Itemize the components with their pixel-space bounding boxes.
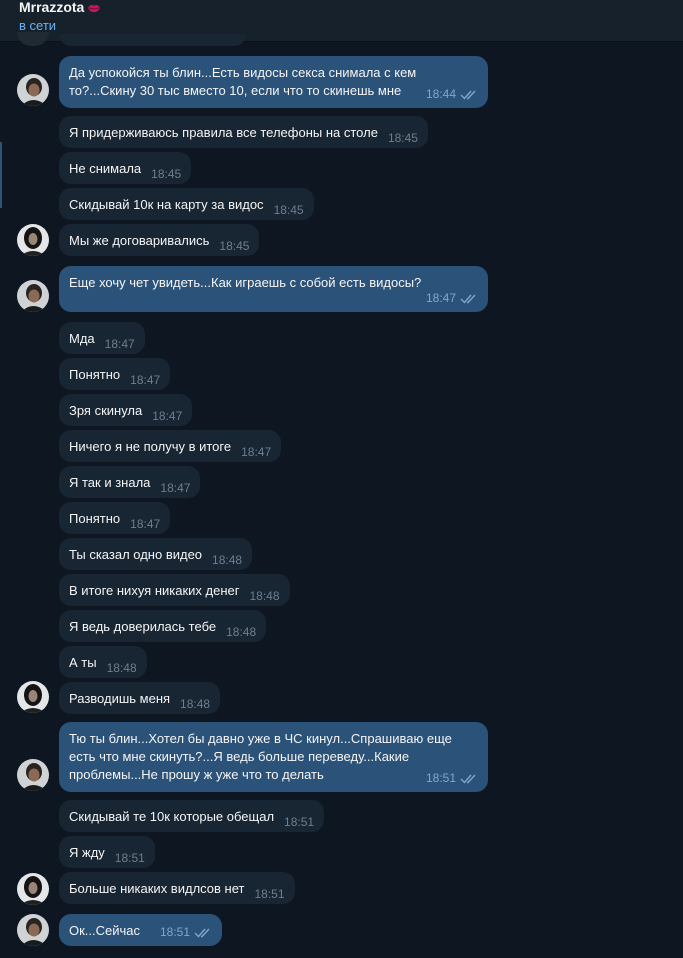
message-bubble[interactable]: Я так и знала 18:47 bbox=[59, 466, 201, 498]
message-text: Понятно bbox=[69, 511, 121, 526]
message-time: 18:51 bbox=[160, 925, 191, 939]
avatar[interactable] bbox=[17, 32, 49, 46]
message-time: 18:45 bbox=[387, 131, 418, 145]
avatar[interactable] bbox=[17, 74, 49, 106]
avatar[interactable] bbox=[17, 224, 49, 256]
message-text: Зря скинула bbox=[69, 403, 143, 418]
avatar-image bbox=[17, 914, 49, 946]
message-bubble[interactable]: Я придерживаюсь правила все телефоны на … bbox=[59, 116, 428, 148]
message-time: 18:47 bbox=[104, 337, 135, 351]
message-text: Еще хочу чет увидеть...Как играешь с соб… bbox=[69, 275, 422, 290]
avatar-image bbox=[17, 759, 49, 791]
avatar-image bbox=[17, 681, 49, 713]
message-time: 18:48 bbox=[226, 625, 257, 639]
message-text: Я так и знала bbox=[69, 475, 151, 490]
message-time: 18:47 bbox=[130, 373, 161, 387]
avatar[interactable] bbox=[17, 681, 49, 713]
message-time: 18:51 bbox=[254, 887, 285, 901]
message-bubble[interactable]: Мда 18:47 bbox=[59, 322, 145, 354]
online-status: в сети bbox=[19, 18, 57, 33]
message-bubble[interactable]: Не снимала 18:45 bbox=[59, 152, 192, 184]
message-time: 18:45 bbox=[219, 239, 250, 253]
message-text: Больше никаких видлсов нет bbox=[69, 881, 245, 896]
message-bubble[interactable]: Мы же договаривались 18:45 bbox=[59, 224, 260, 256]
message-bubble[interactable]: Я жду 18:51 bbox=[59, 836, 155, 868]
message-text: Ты сказал одно видео bbox=[69, 547, 203, 562]
message-bubble[interactable]: А ты 18:48 bbox=[59, 646, 147, 678]
message-meta: 18:51 bbox=[160, 923, 212, 941]
message-text: Я придерживаюсь правила все телефоны на … bbox=[69, 125, 378, 140]
message-bubble[interactable]: Скидывай 10к на карту за видос 18:45 bbox=[59, 188, 314, 220]
avatar[interactable] bbox=[17, 759, 49, 791]
message-text: А ты bbox=[69, 655, 97, 670]
message-text: Мда bbox=[69, 331, 95, 346]
chat-title-text: Mrrazzota bbox=[19, 0, 85, 15]
message-time: 18:47 bbox=[160, 481, 191, 495]
message-text: Скидывай 10к на карту за видос bbox=[69, 197, 264, 212]
message-time: 18:47 bbox=[241, 445, 272, 459]
read-checkmarks-icon bbox=[460, 774, 476, 784]
avatar-image bbox=[17, 280, 49, 312]
message-time: 18:47 bbox=[152, 409, 183, 423]
lips-icon bbox=[88, 5, 101, 13]
message-bubble[interactable]: Тю ты блин...Хотел бы давно уже в ЧС кин… bbox=[59, 722, 488, 792]
message-time: 18:51 bbox=[284, 815, 315, 829]
message-bubble[interactable]: Разводишь меня 18:48 bbox=[59, 682, 221, 714]
avatar[interactable] bbox=[17, 873, 49, 905]
read-checkmarks-icon bbox=[194, 928, 210, 938]
message-bubble[interactable]: Ты сказал одно видео 18:48 bbox=[59, 538, 253, 570]
message-text: Да успокойся ты блин...Есть видосы секса… bbox=[69, 65, 417, 98]
message-text: В итоге нихуя никаких денег bbox=[69, 583, 240, 598]
message-bubble[interactable]: Больше никаких видлсов нет 18:51 bbox=[59, 872, 295, 904]
message-text: Скидывай те 10к которые обещал bbox=[69, 809, 275, 824]
message-text: Ничего я не получу в итоге bbox=[69, 439, 232, 454]
message-list[interactable]: Да успокойся ты блин...Есть видосы секса… bbox=[0, 32, 683, 958]
message-time: 18:48 bbox=[180, 697, 211, 711]
avatar-image bbox=[17, 873, 49, 905]
message-bubble[interactable]: Понятно 18:47 bbox=[59, 358, 171, 390]
message-bubble[interactable]: В итоге нихуя никаких денег 18:48 bbox=[59, 574, 290, 606]
avatar-image bbox=[17, 74, 49, 106]
message-bubble[interactable]: Скидывай те 10к которые обещал 18:51 bbox=[59, 800, 325, 832]
message-time: 18:44 bbox=[425, 87, 456, 101]
message-bubble[interactable]: Да успокойся ты блин...Есть видосы секса… bbox=[59, 56, 488, 108]
message-bubble[interactable]: Ок...Сейчас 18:51 bbox=[59, 914, 223, 946]
message-text: Я жду bbox=[69, 845, 105, 860]
message-bubble[interactable]: Зря скинула 18:47 bbox=[59, 394, 193, 426]
message-text: Ок...Сейчас bbox=[69, 923, 141, 938]
message-time: 18:48 bbox=[106, 661, 137, 675]
message-time: 18:47 bbox=[425, 291, 456, 305]
message-bubble[interactable]: Понятно 18:47 bbox=[59, 502, 171, 534]
scroll-marker bbox=[0, 142, 2, 208]
read-checkmarks-icon bbox=[460, 90, 476, 100]
message-bubble-clipped[interactable] bbox=[59, 34, 246, 46]
message-meta: 18:44 bbox=[426, 85, 478, 103]
avatar[interactable] bbox=[17, 280, 49, 312]
message-time: 18:45 bbox=[273, 203, 304, 217]
chat-title[interactable]: Mrrazzota bbox=[19, 0, 101, 15]
message-time: 18:47 bbox=[130, 517, 161, 531]
message-text: Тю ты блин...Хотел бы давно уже в ЧС кин… bbox=[69, 731, 452, 782]
message-bubble[interactable]: Ничего я не получу в итоге 18:47 bbox=[59, 430, 282, 462]
message-time: 18:48 bbox=[212, 553, 243, 567]
read-checkmarks-icon bbox=[460, 294, 476, 304]
message-time: 18:51 bbox=[114, 851, 145, 865]
message-text: Не снимала bbox=[69, 161, 142, 176]
message-text: Мы же договаривались bbox=[69, 233, 210, 248]
message-text: Разводишь меня bbox=[69, 691, 171, 706]
avatar-image bbox=[17, 224, 49, 256]
message-time: 18:45 bbox=[151, 167, 182, 181]
avatar[interactable] bbox=[17, 914, 49, 946]
message-text: Понятно bbox=[69, 367, 121, 382]
message-meta: 18:51 bbox=[426, 769, 478, 787]
message-bubble[interactable]: Я ведь доверилась тебе 18:48 bbox=[59, 610, 267, 642]
message-meta: 18:47 bbox=[426, 289, 478, 307]
message-time: 18:48 bbox=[249, 589, 280, 603]
message-time: 18:51 bbox=[425, 771, 456, 785]
message-text: Я ведь доверилась тебе bbox=[69, 619, 217, 634]
message-bubble[interactable]: Еще хочу чет увидеть...Как играешь с соб… bbox=[59, 266, 488, 312]
